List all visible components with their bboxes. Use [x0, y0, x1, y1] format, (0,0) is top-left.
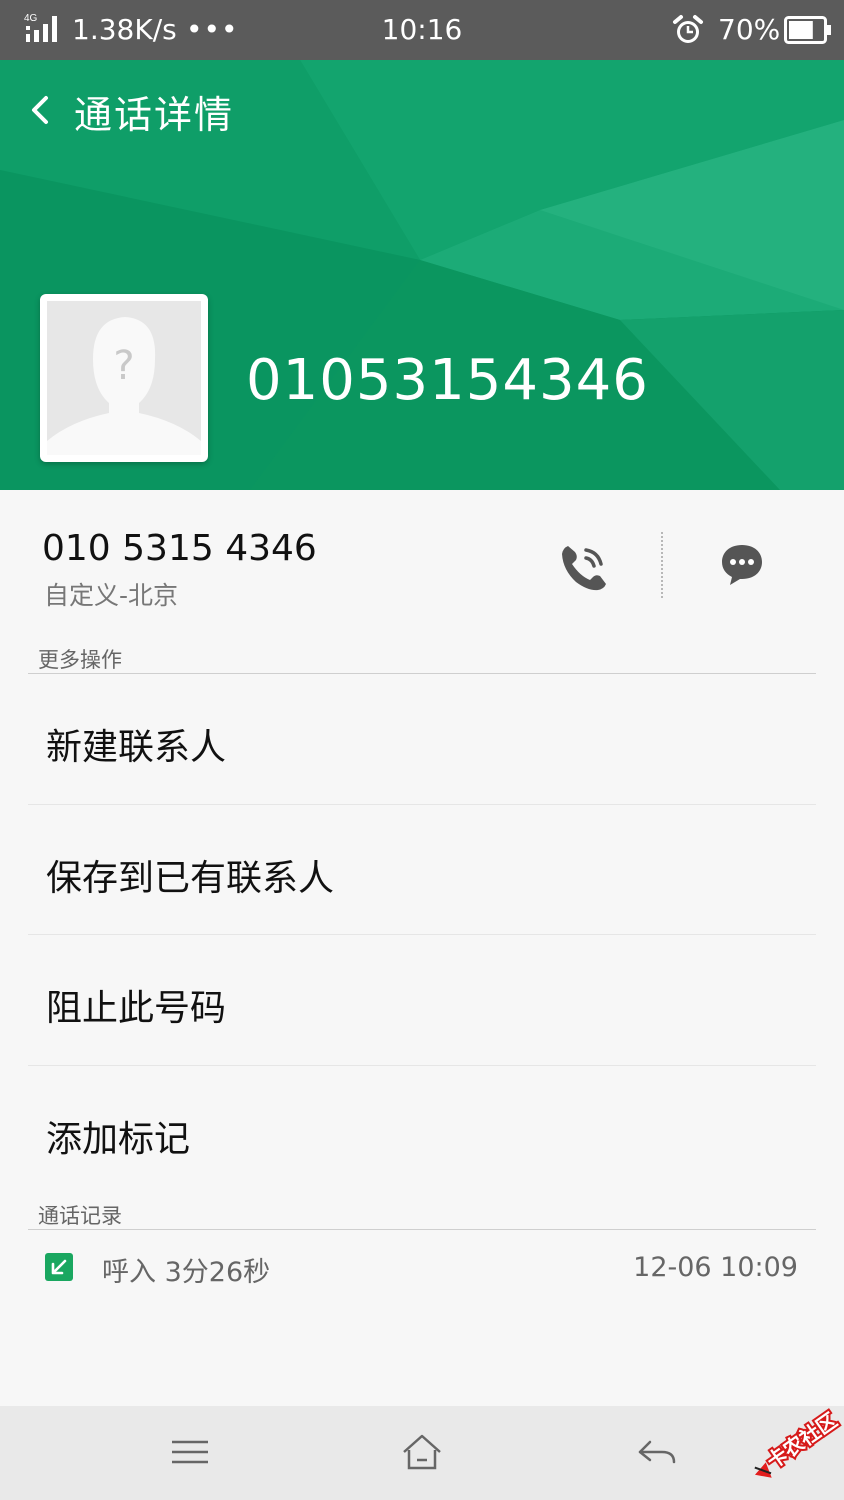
add-tag-button[interactable]: 添加标记 — [28, 1066, 816, 1196]
phone-call-icon[interactable] — [556, 540, 610, 594]
contact-header: 通话详情 ? 01053154346 — [0, 60, 844, 490]
section-divider — [28, 1229, 816, 1230]
formatted-phone-number: 010 5315 4346 — [42, 528, 317, 569]
call-log-label: 通话记录 — [38, 1204, 122, 1228]
avatar[interactable]: ? — [40, 294, 208, 462]
watermark-text: 卡农社区 — [762, 1408, 841, 1474]
battery-icon — [784, 16, 832, 48]
message-icon[interactable] — [718, 540, 766, 588]
action-divider — [661, 532, 663, 598]
action-label: 保存到已有联系人 — [46, 858, 335, 899]
call-log-entry[interactable]: 呼入 3分26秒 12-06 10:09 — [28, 1236, 816, 1300]
action-label: 添加标记 — [46, 1119, 191, 1160]
action-label: 阻止此号码 — [46, 988, 227, 1029]
call-type: 呼入 — [102, 1257, 156, 1288]
watermark-logo: 卡农社区 — [742, 1404, 844, 1488]
default-avatar-icon: ? — [47, 301, 201, 455]
header-phone-number: 01053154346 — [246, 348, 649, 413]
navigation-bar — [0, 1406, 844, 1500]
save-to-existing-contact-button[interactable]: 保存到已有联系人 — [28, 805, 816, 935]
menu-icon[interactable] — [168, 1430, 212, 1474]
incoming-call-icon — [44, 1252, 74, 1286]
status-bar: 4G 1.38K/s ••• 10:16 70% — [0, 0, 844, 60]
page-title: 通话详情 — [74, 93, 235, 137]
call-duration: 3分26秒 — [164, 1257, 271, 1288]
back-icon[interactable] — [634, 1430, 678, 1474]
new-contact-button[interactable]: 新建联系人 — [28, 674, 816, 804]
avatar-question-mark: ? — [113, 343, 134, 389]
back-arrow-icon[interactable] — [22, 90, 62, 130]
call-datetime: 12-06 10:09 — [633, 1252, 798, 1283]
battery-percent: 70% — [718, 13, 781, 46]
alarm-icon — [672, 14, 704, 50]
block-number-button[interactable]: 阻止此号码 — [28, 935, 816, 1065]
call-log-summary: 呼入 3分26秒 — [102, 1250, 270, 1289]
action-label: 新建联系人 — [46, 727, 227, 768]
more-actions-label: 更多操作 — [38, 648, 122, 672]
number-row: 010 5315 4346 自定义-北京 — [0, 490, 844, 640]
home-icon[interactable] — [400, 1430, 444, 1474]
number-location: 自定义-北京 — [44, 581, 179, 610]
